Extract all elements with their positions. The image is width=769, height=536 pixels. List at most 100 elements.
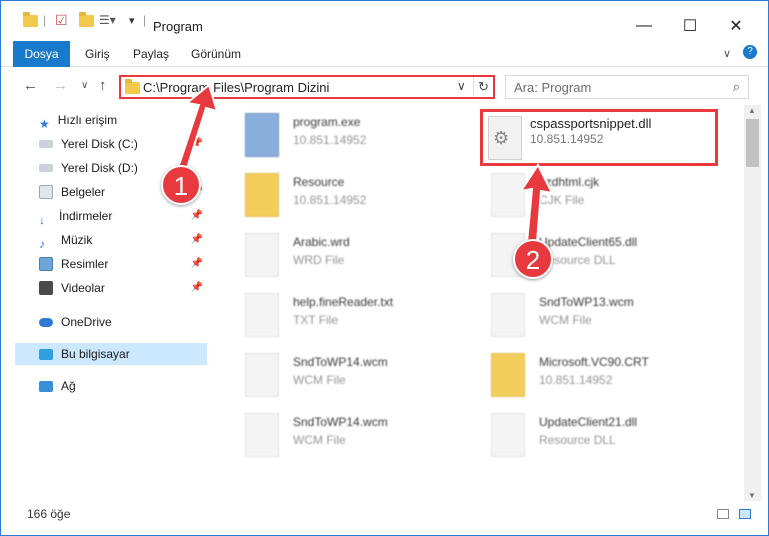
folder-icon bbox=[23, 12, 38, 27]
list-item[interactable]: Arabic.wrd WRD File bbox=[221, 227, 461, 287]
scroll-up-icon[interactable]: ▲ bbox=[748, 106, 756, 115]
file-name: program.exe bbox=[293, 115, 361, 129]
recent-locations-icon[interactable]: ∨ bbox=[81, 80, 88, 91]
window-title: Program bbox=[153, 19, 203, 34]
tab-file[interactable]: Dosya bbox=[13, 41, 70, 67]
scrollbar-thumb[interactable] bbox=[746, 119, 759, 167]
sidebar-item-downloads[interactable]: ↓ İndirmeler 📌 bbox=[15, 205, 207, 227]
file-icon bbox=[245, 233, 279, 277]
sidebar-item-label: Yerel Disk (D:) bbox=[61, 161, 138, 175]
list-item[interactable]: program.exe 10.851.14952 bbox=[221, 107, 461, 167]
file-name: help.fineReader.txt bbox=[293, 295, 394, 309]
file-name: SndToWP14.wcm bbox=[293, 355, 388, 369]
sidebar-item-music[interactable]: ♪ Müzik 📌 bbox=[15, 229, 207, 251]
file-icon bbox=[245, 413, 279, 457]
search-placeholder: Ara: Program bbox=[514, 80, 592, 95]
file-detail: 10.851.14952 bbox=[530, 132, 604, 146]
search-field[interactable]: Ara: Program ⌕ bbox=[505, 75, 749, 99]
download-icon: ↓ bbox=[39, 213, 45, 227]
sidebar-item-network[interactable]: Ağ bbox=[15, 375, 207, 397]
file-icon bbox=[245, 353, 279, 397]
tab-share[interactable]: Paylaş bbox=[133, 41, 169, 67]
navigation-bar: ← → ∨ ↑ C:\Program Files\Program Dizini … bbox=[1, 71, 768, 101]
refresh-icon[interactable]: ↻ bbox=[473, 77, 493, 97]
documents-icon bbox=[39, 185, 53, 199]
file-name: Resource bbox=[293, 175, 345, 189]
up-arrow-icon[interactable]: ↑ bbox=[99, 77, 107, 94]
sidebar-item-label: İndirmeler bbox=[59, 209, 113, 223]
gear-icon: ⚙ bbox=[493, 128, 510, 148]
sidebar-item-videos[interactable]: Videolar 📌 bbox=[15, 277, 207, 299]
maximize-button[interactable]: ☐ bbox=[667, 11, 713, 41]
vertical-scrollbar[interactable]: ▲ ▼ bbox=[744, 105, 761, 501]
star-icon: ★ bbox=[39, 117, 50, 131]
list-item[interactable]: help.fineReader.txt TXT File bbox=[221, 287, 461, 347]
close-button[interactable]: ✕ bbox=[713, 11, 759, 41]
list-item[interactable]: UpdateClient65.dll Resource DLL bbox=[467, 227, 707, 287]
network-icon bbox=[39, 380, 53, 392]
annotation-badge-1: 1 bbox=[161, 165, 201, 205]
pictures-icon bbox=[39, 257, 53, 271]
sidebar-item-label: Bu bilgisayar bbox=[61, 347, 130, 361]
file-name: Arabic.wrd bbox=[293, 235, 350, 249]
sidebar-item-label: Videolar bbox=[61, 281, 105, 295]
video-icon bbox=[39, 281, 53, 295]
file-explorer-window: | ☑ ☰▾ ▾ | Program — ☐ ✕ Dosya Giriş Pay… bbox=[0, 0, 769, 536]
folder-icon bbox=[245, 173, 279, 217]
music-icon: ♪ bbox=[39, 237, 45, 251]
file-name: UpdateClient21.dll bbox=[539, 415, 638, 429]
file-detail: TXT File bbox=[293, 313, 339, 327]
file-detail: 10.851.14952 bbox=[293, 193, 367, 207]
list-item[interactable]: Microsoft.VC90.CRT 10.851.14952 bbox=[467, 347, 707, 407]
scroll-down-icon[interactable]: ▼ bbox=[748, 491, 756, 500]
exe-icon bbox=[245, 113, 279, 157]
file-detail: Resource DLL bbox=[539, 433, 616, 447]
list-item[interactable]: ezdhtml.cjk CJK File bbox=[467, 167, 707, 227]
customize-toolbar-icon[interactable]: ☰▾ bbox=[99, 13, 116, 27]
list-item[interactable]: SndToWP14.wcm WCM File bbox=[221, 407, 461, 467]
cloud-icon bbox=[39, 317, 53, 327]
highlighted-dll-file[interactable]: ⚙ cspassportsnippet.dll 10.851.14952 bbox=[480, 109, 718, 166]
drive-icon bbox=[39, 140, 53, 148]
back-arrow-icon[interactable]: ← bbox=[23, 77, 38, 94]
properties-icon[interactable]: ☑ bbox=[55, 12, 68, 29]
sidebar-item-label: Ağ bbox=[61, 379, 76, 393]
file-detail: WRD File bbox=[293, 253, 345, 267]
sidebar-item-label: Müzik bbox=[61, 233, 93, 247]
file-name: SndToWP14.wcm bbox=[293, 415, 388, 429]
new-folder-icon[interactable] bbox=[79, 12, 94, 27]
sidebar-item-label: Belgeler bbox=[61, 185, 106, 199]
tab-home[interactable]: Giriş bbox=[85, 41, 110, 67]
list-item[interactable]: SndToWP14.wcm WCM File bbox=[221, 347, 461, 407]
file-name: Microsoft.VC90.CRT bbox=[539, 355, 649, 369]
sidebar-item-label: OneDrive bbox=[61, 315, 112, 329]
minimize-button[interactable]: — bbox=[621, 11, 667, 41]
sidebar-item-onedrive[interactable]: OneDrive bbox=[15, 311, 207, 333]
sidebar-item-label: Hızlı erişim bbox=[57, 113, 118, 127]
drive-icon bbox=[39, 164, 53, 172]
file-detail: WCM File bbox=[293, 433, 346, 447]
computer-icon bbox=[39, 348, 53, 360]
separator: | bbox=[143, 13, 147, 27]
list-item[interactable]: SndToWP13.wcm WCM File bbox=[467, 287, 707, 347]
large-icons-view-icon[interactable] bbox=[739, 509, 751, 519]
tab-view[interactable]: Görünüm bbox=[191, 41, 241, 67]
list-item[interactable]: UpdateClient21.dll Resource DLL bbox=[467, 407, 707, 467]
sidebar-item-pictures[interactable]: Resimler 📌 bbox=[15, 253, 207, 275]
sidebar-item-this-pc[interactable]: Bu bilgisayar bbox=[15, 343, 207, 365]
folder-icon bbox=[491, 353, 525, 397]
details-view-icon[interactable] bbox=[717, 509, 729, 519]
dll-icon bbox=[491, 413, 525, 457]
folder-icon bbox=[125, 79, 140, 94]
forward-arrow-icon[interactable]: → bbox=[53, 77, 68, 94]
annotation-badge-2: 2 bbox=[513, 239, 553, 279]
help-icon[interactable]: ? bbox=[743, 45, 757, 59]
file-detail: 10.851.14952 bbox=[293, 133, 367, 147]
file-icon bbox=[491, 293, 525, 337]
list-item[interactable]: Resource 10.851.14952 bbox=[221, 167, 461, 227]
address-dropdown-icon[interactable]: ∨ bbox=[457, 79, 466, 93]
quick-access-dropdown-icon[interactable]: ▾ bbox=[129, 14, 135, 27]
item-count: 166 öğe bbox=[27, 507, 71, 521]
title-bar: | ☑ ☰▾ ▾ | Program — ☐ ✕ bbox=[1, 1, 768, 39]
expand-ribbon-icon[interactable]: ∨ bbox=[723, 47, 731, 60]
